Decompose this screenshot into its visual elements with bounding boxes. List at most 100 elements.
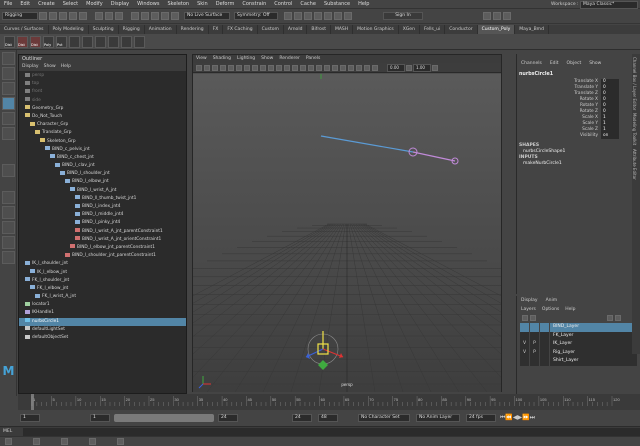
four-pane-layout-icon[interactable]: [1, 206, 15, 219]
open-scene-icon[interactable]: [49, 12, 57, 20]
shelf-tool-button-6[interactable]: [69, 35, 80, 48]
undo-icon[interactable]: [69, 12, 77, 20]
outliner-item[interactable]: BIND_l_pinky_jnt4: [19, 219, 186, 227]
range-slider-handle[interactable]: [114, 413, 214, 422]
step-forward-icon[interactable]: ⏩: [522, 414, 529, 421]
channel-menu-object[interactable]: Object: [567, 61, 582, 66]
snap-curve-icon[interactable]: [141, 12, 149, 20]
graph-layout-icon[interactable]: [1, 251, 15, 264]
move-layer-up-icon[interactable]: [522, 315, 528, 321]
shelf-tool-button-8[interactable]: [95, 35, 106, 48]
shelf-tab-maya-bmd[interactable]: Maya_Bmd: [515, 25, 549, 34]
layer-type-toggle[interactable]: [540, 331, 550, 340]
outliner-item[interactable]: BIND_l_elbow_jnt: [19, 178, 186, 186]
outliner-layout-icon[interactable]: [1, 236, 15, 249]
outliner-item[interactable]: BIND_l_wrist_A_jnt_orientConstraint1: [19, 236, 186, 244]
select-tool-icon[interactable]: [1, 52, 15, 65]
layer-type-toggle[interactable]: [540, 348, 550, 357]
mel-input[interactable]: [23, 427, 640, 436]
shelf-tool-button-10[interactable]: [121, 35, 132, 48]
outliner-menu-show[interactable]: Show: [44, 63, 56, 71]
shelf-dist-button-3[interactable]: Dist: [30, 35, 41, 48]
display-layer-row[interactable]: V P IK_Layer: [520, 340, 637, 349]
sign-in-button[interactable]: Sign In: [383, 12, 423, 20]
shelf-tab-curves-surfaces[interactable]: Curves / Surfaces: [0, 25, 49, 34]
viewport-menu-view[interactable]: View: [196, 55, 207, 63]
menu-substance[interactable]: Substance: [320, 0, 354, 9]
end-time-field[interactable]: 24: [292, 413, 312, 422]
outliner-item[interactable]: BIND_l_wrist_A_jnt_parentConstraint1: [19, 228, 186, 236]
outliner-item[interactable]: FK_l_shoulder_jnt: [19, 277, 186, 285]
gamma-icon[interactable]: [406, 64, 412, 71]
window-button-1[interactable]: [5, 438, 12, 445]
motion-blur-icon[interactable]: [332, 64, 338, 71]
outliner-item[interactable]: locator1: [19, 301, 186, 309]
anti-aliasing-icon[interactable]: [340, 64, 346, 71]
layer-playback-toggle[interactable]: P: [530, 348, 540, 357]
outliner-item[interactable]: nurbsCircle1: [19, 317, 186, 326]
display-layer-row[interactable]: Shirt_Layer: [520, 357, 637, 366]
history-icon[interactable]: [284, 12, 292, 20]
outliner-item[interactable]: BIND_l_shoulder_jnt: [19, 170, 186, 178]
character-set-dropdown[interactable]: No Character Set: [358, 413, 410, 422]
new-layer-selected-icon[interactable]: [615, 315, 621, 321]
outliner-item[interactable]: FK_l_elbow_jnt: [19, 285, 186, 293]
select-component-icon[interactable]: [115, 12, 123, 20]
viewport-canvas[interactable]: persp: [193, 74, 501, 392]
shelf-tab-rigging[interactable]: Rigging: [119, 25, 145, 34]
anim-layer-dropdown[interactable]: No Anim Layer: [416, 413, 460, 422]
display-layer-row[interactable]: BIND_Layer: [520, 323, 637, 332]
smooth-shade-icon[interactable]: [284, 64, 290, 71]
viewport-menu-show[interactable]: Show: [261, 55, 273, 63]
camera-select-icon[interactable]: [196, 64, 202, 71]
symmetry-dropdown[interactable]: Symmetry: Off: [234, 12, 278, 20]
outliner-item[interactable]: side: [19, 97, 186, 105]
menu-deform[interactable]: Deform: [212, 0, 239, 9]
exposure-field[interactable]: 0.00: [387, 63, 405, 72]
shelf-tab-motion-graphics[interactable]: Motion Graphics: [353, 25, 399, 34]
xray-joints-icon[interactable]: [364, 64, 370, 71]
channel-menu-show[interactable]: Show: [589, 61, 601, 66]
layer-visibility-toggle[interactable]: V: [520, 348, 530, 357]
layer-playback-toggle[interactable]: [530, 331, 540, 340]
snap-point-icon[interactable]: [151, 12, 159, 20]
shelf-tab-fx-caching[interactable]: FX Caching: [223, 25, 258, 34]
gate-mask-icon[interactable]: [252, 64, 258, 71]
two-pane-layout-icon[interactable]: [1, 221, 15, 234]
shelf-tab-custom[interactable]: Custom: [258, 25, 284, 34]
shelf-pivot-button[interactable]: Pvt: [56, 35, 67, 48]
playback-start-field[interactable]: 1: [90, 413, 110, 422]
bookmark-icon[interactable]: [212, 64, 218, 71]
scale-tool-icon[interactable]: [1, 127, 15, 140]
lights-icon[interactable]: [308, 64, 314, 71]
viewport-menu-renderer[interactable]: Renderer: [279, 55, 300, 63]
outliner-item[interactable]: defaultLightSet: [19, 326, 186, 334]
image-plane-icon[interactable]: [220, 64, 226, 71]
display-layer-row[interactable]: FK_Layer: [520, 331, 637, 340]
attribute-value[interactable]: on: [601, 133, 619, 139]
outliner-item[interactable]: front: [19, 88, 186, 96]
outliner-item[interactable]: BIND_l_index_jnt4: [19, 203, 186, 211]
options-menu[interactable]: Options: [542, 307, 559, 312]
outliner-item[interactable]: BIND_c_pelvis_jnt: [19, 146, 186, 154]
textured-icon[interactable]: [300, 64, 306, 71]
render-view-icon[interactable]: [334, 12, 342, 20]
toggle-panels-icon[interactable]: [503, 12, 511, 20]
menu-control[interactable]: Control: [270, 0, 296, 9]
hypershade-icon[interactable]: [324, 12, 332, 20]
viewport-menu-lighting[interactable]: Lighting: [237, 55, 255, 63]
tab-channel-box[interactable]: Channel Box / Layer Editor: [632, 57, 637, 110]
outliner-menu-help[interactable]: Help: [61, 63, 71, 71]
window-button-2[interactable]: [33, 438, 40, 445]
layer-visibility-toggle[interactable]: [520, 323, 530, 332]
current-time-indicator[interactable]: [31, 394, 34, 410]
go-to-end-icon[interactable]: ⏭: [530, 414, 535, 422]
layer-type-toggle[interactable]: [540, 357, 550, 366]
menu-select[interactable]: Select: [59, 0, 82, 9]
shelf-tool-button-7[interactable]: [82, 35, 93, 48]
move-layer-down-icon[interactable]: [530, 315, 536, 321]
layers-menu[interactable]: Layers: [521, 307, 536, 312]
window-button-3[interactable]: [61, 438, 68, 445]
outliner-item[interactable]: top: [19, 80, 186, 88]
channel-menu-edit[interactable]: Edit: [550, 61, 559, 66]
